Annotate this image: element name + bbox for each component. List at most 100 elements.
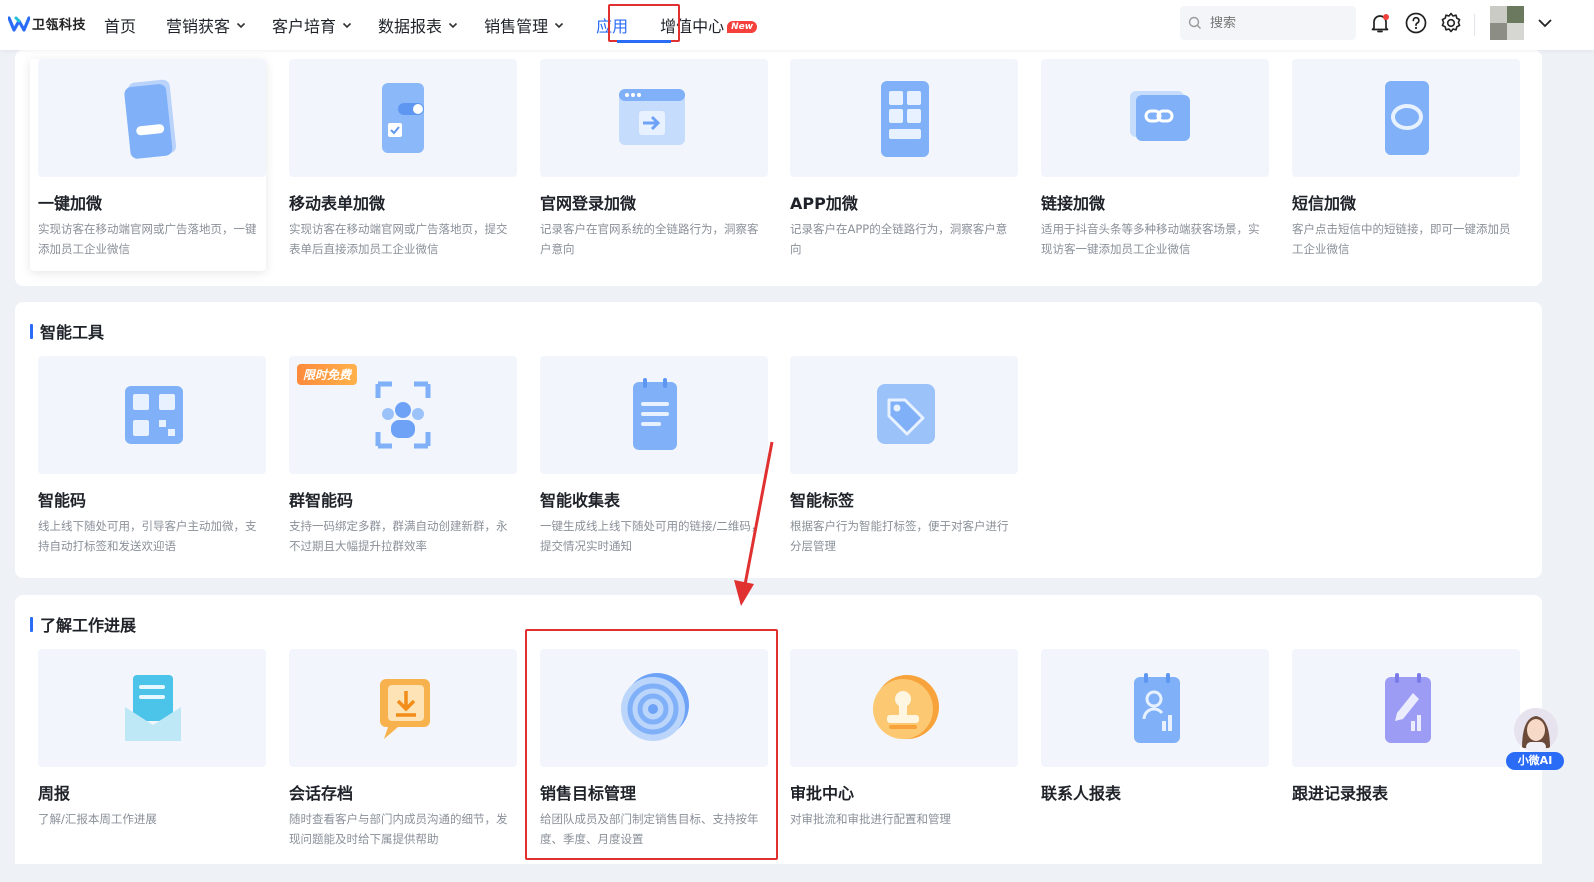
group-qr-icon — [375, 381, 431, 449]
card-thumbnail — [38, 649, 266, 767]
brand-name: 卫瓴科技 — [32, 18, 87, 33]
link-chat-icon — [1130, 91, 1190, 141]
app-card-chat-archive[interactable]: 会话存档 随时查看客户与部门内成员沟通的细节，发现问题能及时给下属提供帮助 — [281, 649, 517, 861]
nav-highlight-box — [608, 4, 680, 42]
card-title: 一键加微 — [38, 194, 103, 213]
card-title: APP加微 — [790, 194, 858, 213]
card-description: 了解/汇报本周工作进展 — [38, 812, 157, 826]
nav-active-indicator — [617, 40, 671, 43]
card-description: 随时查看客户与部门内成员沟通的细节，发现问题能及时给下属提供帮助 — [289, 812, 508, 846]
nav-item-label: 客户培育 — [272, 17, 337, 36]
bell-icon[interactable] — [1368, 11, 1392, 35]
nav-item-marketing[interactable]: 营销获客 — [166, 0, 246, 50]
card-thumbnail — [1041, 649, 1269, 767]
card-thumbnail — [1292, 59, 1520, 177]
card-description: 线上线下随处可用，引导客户主动加微，支持自动打标签和发送欢迎语 — [38, 519, 257, 553]
card-title: 智能标签 — [790, 491, 855, 510]
chevron-down-icon[interactable] — [1536, 14, 1554, 32]
card-description: 记录客户在APP的全链路行为，洞察客户意向 — [790, 222, 1008, 256]
card-title: 会话存档 — [289, 784, 354, 803]
card-description: 实现访客在移动端官网或广告落地页，提交表单后直接添加员工企业微信 — [289, 222, 508, 256]
ai-avatar — [1514, 708, 1558, 752]
browser-login-icon — [619, 89, 685, 145]
chevron-down-icon — [555, 22, 564, 29]
card-title: 短信加微 — [1292, 194, 1357, 213]
card-title: 周报 — [38, 784, 71, 803]
card-title: 智能收集表 — [540, 491, 621, 510]
app-card-approval-center[interactable]: 审批中心 对审批流和审批进行配置和管理 — [782, 649, 1018, 861]
nav-item-label: 首页 — [104, 17, 137, 36]
app-card-followup-report[interactable]: 跟进记录报表 — [1284, 649, 1520, 861]
app-card-contact-report[interactable]: 联系人报表 — [1033, 649, 1269, 861]
search-icon — [1188, 16, 1201, 29]
annotation-arrow-icon — [734, 441, 774, 606]
app-card-app-wechat[interactable]: APP加微 记录客户在APP的全链路行为，洞察客户意向 — [782, 59, 1018, 271]
brand-logo-icon — [8, 15, 30, 32]
card-description: 根据客户行为智能打标签，便于对客户进行分层管理 — [790, 519, 1009, 553]
app-card-sms-wechat[interactable]: 短信加微 客户点击短信中的短链接，即可一键添加员工企业微信 — [1284, 59, 1520, 271]
chevron-down-icon — [342, 22, 352, 29]
qr-code-icon — [125, 386, 183, 444]
card-thumbnail — [289, 649, 517, 767]
card-title: 审批中心 — [790, 784, 855, 803]
section-title: 智能工具 — [30, 319, 104, 343]
phone-button-icon — [124, 79, 177, 159]
app-card-mobile-form-wechat[interactable]: 移动表单加微 实现访客在移动端官网或广告落地页，提交表单后直接添加员工企业微信 — [281, 59, 517, 271]
search-box[interactable] — [1180, 6, 1356, 40]
gear-icon[interactable] — [1439, 11, 1463, 35]
form-clipboard-icon — [633, 378, 677, 450]
card-title: 移动表单加微 — [289, 194, 386, 213]
card-description: 适用于抖音头条等多种移动端获客场景，实现访客一键添加员工企业微信 — [1041, 222, 1260, 256]
nav-item-sales[interactable]: 销售管理 — [484, 0, 564, 50]
nav-item-home[interactable]: 首页 — [104, 0, 136, 50]
page-bottom-edge — [0, 864, 1594, 882]
app-card-weekly-report[interactable]: 周报 了解/汇报本周工作进展 — [30, 649, 266, 861]
chevron-down-icon — [236, 22, 246, 29]
phone-form-icon — [382, 83, 424, 153]
card-title: 群智能码 — [289, 491, 354, 510]
section-acquire: 一键加微 实现访客在移动端官网或广告落地页，一键添加员工企业微信 移动表单加微 … — [15, 50, 1542, 286]
nav-item-label: 营销获客 — [166, 17, 231, 36]
ai-avatar-icon — [1514, 708, 1558, 752]
contact-report-icon — [1134, 673, 1180, 743]
chevron-down-icon — [448, 22, 458, 29]
card-thumbnail — [38, 59, 266, 177]
ai-assistant-button[interactable]: 小微AI — [1506, 708, 1564, 772]
new-badge: New — [727, 21, 758, 33]
tag-icon — [877, 384, 935, 444]
help-icon[interactable] — [1404, 11, 1428, 35]
stamp-icon — [873, 675, 939, 739]
app-card-smart-tag[interactable]: 智能标签 根据客户行为智能打标签，便于对客户进行分层管理 — [782, 356, 1018, 568]
nav-item-nurture[interactable]: 客户培育 — [272, 0, 352, 50]
card-description: 记录客户在官网系统的全链路行为，洞察客户意向 — [540, 222, 759, 256]
card-thumbnail — [1292, 649, 1520, 767]
ai-assistant-label: 小微AI — [1506, 752, 1564, 770]
card-thumbnail — [1041, 59, 1269, 177]
card-thumbnail — [790, 356, 1018, 474]
card-description: 实现访客在移动端官网或广告落地页，一键添加员工企业微信 — [38, 222, 257, 256]
divider — [1474, 14, 1475, 36]
app-card-link-wechat[interactable]: 链接加微 适用于抖音头条等多种移动端获客场景，实现访客一键添加员工企业微信 — [1033, 59, 1269, 271]
sms-icon — [1385, 81, 1429, 155]
card-thumbnail: 限时免费 — [289, 356, 517, 474]
app-card-website-login-wechat[interactable]: 官网登录加微 记录客户在官网系统的全链路行为，洞察客户意向 — [532, 59, 768, 271]
card-thumbnail — [790, 649, 1018, 767]
app-card-one-click-wechat[interactable]: 一键加微 实现访客在移动端官网或广告落地页，一键添加员工企业微信 — [30, 59, 266, 271]
followup-report-icon — [1385, 673, 1431, 743]
search-input[interactable] — [1210, 15, 1340, 31]
nav-item-label: 销售管理 — [484, 17, 549, 36]
brand-logo[interactable]: 卫瓴科技 — [8, 14, 86, 33]
nav-item-label: 数据报表 — [378, 17, 443, 36]
card-description: 对审批流和审批进行配置和管理 — [790, 812, 951, 826]
nav-item-reports[interactable]: 数据报表 — [378, 0, 458, 50]
card-description: 支持一码绑定多群，群满自动创建新群，永不过期且大幅提升拉群效率 — [289, 519, 508, 553]
app-card-smart-code[interactable]: 智能码 线上线下随处可用，引导客户主动加微，支持自动打标签和发送欢迎语 — [30, 356, 266, 568]
highlight-box — [525, 629, 778, 860]
section-title: 了解工作进展 — [30, 612, 136, 636]
card-description: 客户点击短信中的短链接，即可一键添加员工企业微信 — [1292, 222, 1511, 256]
card-title: 联系人报表 — [1041, 784, 1122, 803]
card-title: 跟进记录报表 — [1292, 784, 1389, 803]
card-title: 官网登录加微 — [540, 194, 637, 213]
user-avatar[interactable] — [1490, 6, 1524, 40]
app-card-group-smart-code[interactable]: 限时免费 群智能码 支持一码绑定多群，群满自动创建新群，永不过期且大幅提升拉群效… — [281, 356, 517, 568]
